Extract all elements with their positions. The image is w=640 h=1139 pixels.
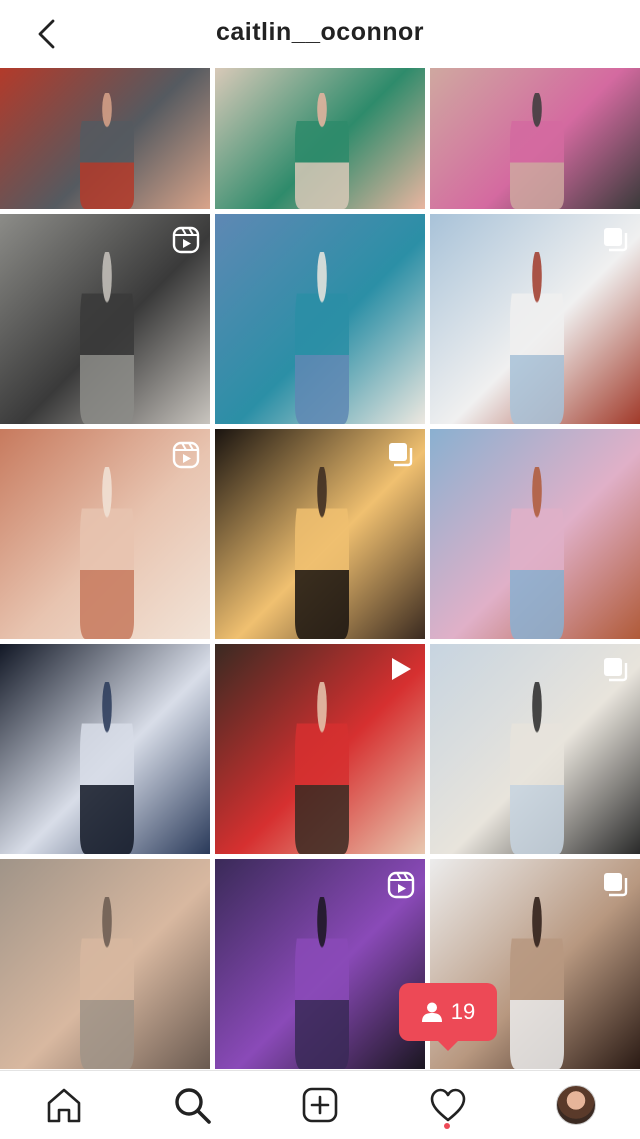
post-thumbnail[interactable] xyxy=(0,644,210,854)
nav-activity[interactable] xyxy=(426,1083,470,1127)
carousel-badge xyxy=(602,656,628,682)
photo-subject xyxy=(509,93,565,209)
photo-subject xyxy=(79,252,135,424)
activity-indicator-dot xyxy=(444,1123,450,1129)
post-thumbnail[interactable] xyxy=(0,429,210,639)
post-thumbnail[interactable] xyxy=(0,68,210,209)
photo-subject xyxy=(509,897,565,1069)
heart-icon xyxy=(430,1088,466,1122)
nav-create[interactable] xyxy=(298,1083,342,1127)
reel-badge xyxy=(172,441,200,469)
carousel-icon xyxy=(604,228,628,252)
post-thumbnail[interactable] xyxy=(430,68,640,209)
profile-username: caitlin__oconnor xyxy=(215,18,425,46)
carousel-icon xyxy=(389,443,413,467)
photo-subject xyxy=(79,467,135,639)
post-thumbnail[interactable] xyxy=(430,214,640,424)
nav-profile[interactable] xyxy=(554,1083,598,1127)
post-thumbnail[interactable] xyxy=(430,429,640,639)
photo-subject xyxy=(294,682,350,854)
post-thumbnail[interactable] xyxy=(0,859,210,1069)
carousel-icon xyxy=(604,873,628,897)
home-icon xyxy=(47,1088,81,1123)
reels-icon xyxy=(387,871,415,899)
carousel-badge xyxy=(387,441,413,467)
reel-badge xyxy=(172,226,200,254)
post-thumbnail[interactable] xyxy=(215,214,425,424)
photo-subject xyxy=(294,467,350,639)
reel-badge xyxy=(387,871,415,899)
photo-subject xyxy=(509,467,565,639)
post-thumbnail[interactable] xyxy=(430,644,640,854)
post-thumbnail[interactable] xyxy=(215,859,425,1069)
reels-icon xyxy=(172,226,200,254)
carousel-badge xyxy=(602,871,628,897)
post-thumbnail[interactable] xyxy=(215,644,425,854)
video-icon xyxy=(392,658,411,680)
followers-notification-bubble[interactable]: 19 xyxy=(399,983,497,1051)
nav-home[interactable] xyxy=(42,1083,86,1127)
reels-icon xyxy=(172,441,200,469)
photo-subject xyxy=(79,897,135,1069)
plus-square-icon xyxy=(302,1087,338,1123)
post-thumbnail[interactable] xyxy=(0,214,210,424)
nav-search[interactable] xyxy=(170,1083,214,1127)
search-icon xyxy=(175,1088,211,1124)
photo-subject xyxy=(294,252,350,424)
post-thumbnail[interactable] xyxy=(215,68,425,209)
carousel-badge xyxy=(602,226,628,252)
photo-subject xyxy=(79,93,135,209)
photo-subject xyxy=(79,682,135,854)
notification-count: 19 xyxy=(450,999,476,1024)
avatar xyxy=(556,1085,596,1125)
video-badge xyxy=(387,656,413,682)
carousel-icon xyxy=(604,658,628,682)
top-bar: caitlin__oconnor xyxy=(0,0,640,68)
photo-subject xyxy=(294,897,350,1069)
photo-subject xyxy=(294,93,350,209)
bottom-navigation xyxy=(0,1070,640,1139)
post-thumbnail[interactable] xyxy=(215,429,425,639)
person-icon xyxy=(421,1002,442,1022)
photo-subject xyxy=(509,252,565,424)
photo-subject xyxy=(509,682,565,854)
